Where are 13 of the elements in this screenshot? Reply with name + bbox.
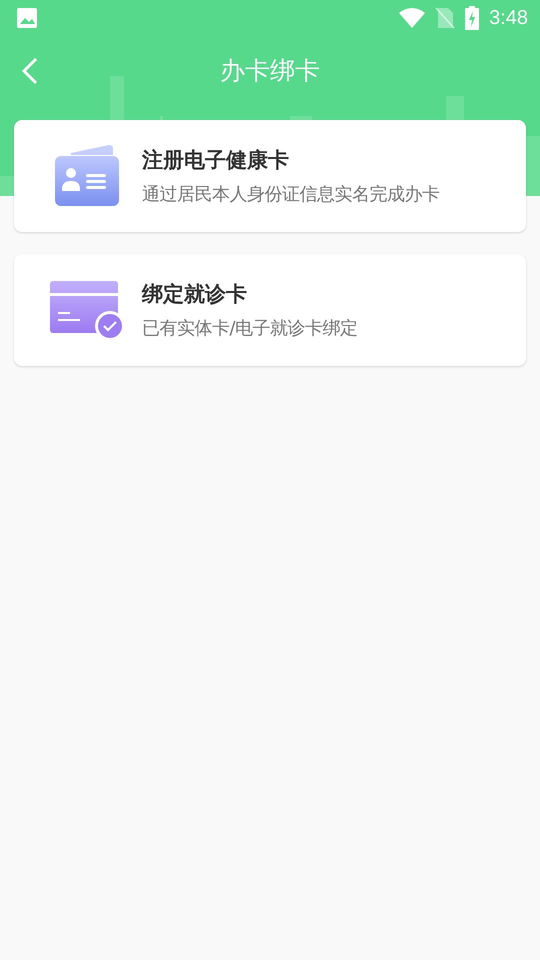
status-time: 3:48 (489, 6, 528, 30)
image-icon (16, 7, 38, 29)
option-card[interactable]: 注册电子健康卡 通过居民本人身份证信息实名完成办卡 (14, 120, 526, 232)
wifi-icon (399, 8, 426, 28)
option-title: 绑定就诊卡 (142, 281, 248, 308)
option-card[interactable]: 绑定就诊卡 已有实体卡/电子就诊卡绑定 (14, 254, 526, 366)
no-sim-icon (435, 7, 456, 29)
option-description: 已有实体卡/电子就诊卡绑定 (142, 317, 358, 340)
option-description: 通过居民本人身份证信息实名完成办卡 (142, 183, 440, 206)
battery-icon (465, 6, 480, 30)
option-title: 注册电子健康卡 (142, 147, 290, 174)
page-title: 办卡绑卡 (220, 54, 320, 86)
id-card-icon (53, 145, 121, 207)
